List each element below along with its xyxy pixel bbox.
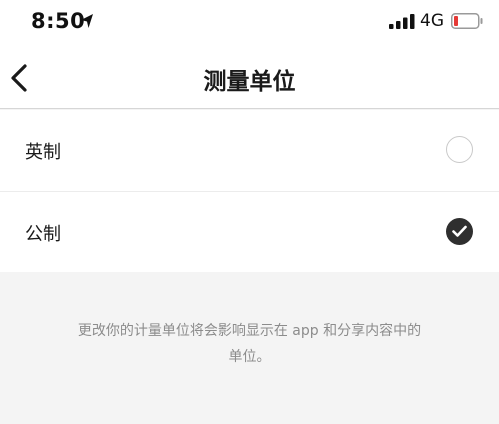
page-title: 测量单位	[203, 69, 296, 95]
option-metric[interactable]: 公制	[0, 191, 499, 272]
radio-unchecked-icon[interactable]	[446, 136, 473, 163]
option-imperial[interactable]: 英制	[0, 110, 499, 191]
location-arrow-icon	[81, 14, 93, 28]
status-bar: 8:50 4G	[0, 0, 499, 44]
hint-line-2: 单位。	[228, 349, 271, 365]
hint-line-1: 更改你的计量单位将会影响显示在 app 和分享内容中的	[77, 323, 422, 339]
unit-change-hint: 更改你的计量单位将会影响显示在 app 和分享内容中的 单位。	[40, 318, 459, 370]
option-label: 英制	[25, 142, 61, 163]
navigation-bar: 测量单位	[0, 44, 499, 108]
cellular-signal-icon	[389, 14, 415, 29]
option-label: 公制	[25, 224, 61, 245]
battery-low-icon	[451, 13, 483, 29]
unit-options-list: 英制 公制	[0, 110, 499, 272]
radio-checked-icon[interactable]	[446, 218, 473, 245]
status-time: 8:50	[31, 9, 86, 33]
network-type: 4G	[420, 11, 444, 31]
top-bar: 8:50 4G 测量单位	[0, 0, 499, 109]
